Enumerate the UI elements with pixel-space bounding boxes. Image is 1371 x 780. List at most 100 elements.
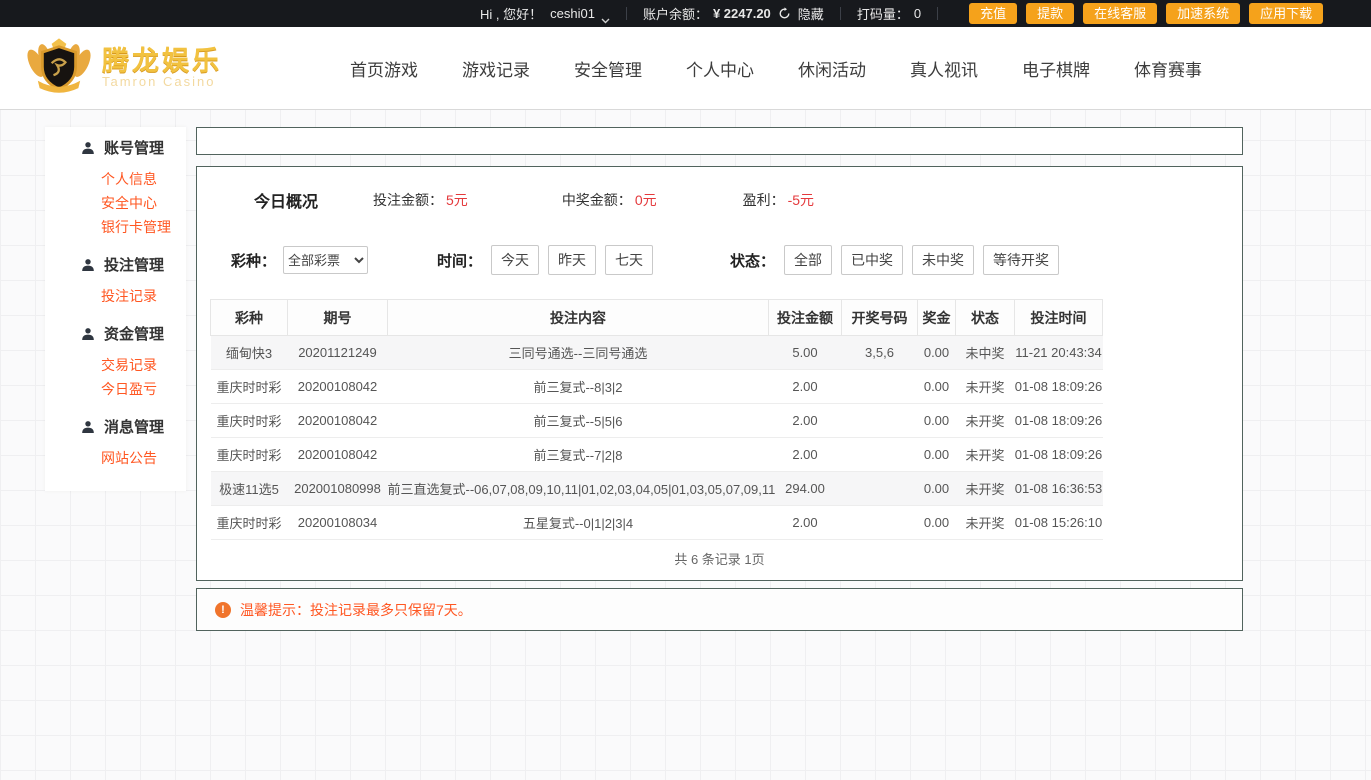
- table-row: 缅甸快3 20201121249 三同号通选--三同号通选 5.00 3,5,6 0.00…: [210, 335, 1103, 370]
- user-icon: [81, 327, 95, 341]
- sidebar-item-bank-card-management[interactable]: 银行卡管理: [45, 215, 186, 239]
- filter-status-all[interactable]: 全部: [784, 245, 833, 275]
- column-header: 状态: [955, 299, 1015, 336]
- nav-home-games[interactable]: 首页游戏: [350, 56, 418, 81]
- sidebar: 账号管理个人信息 安全中心 银行卡管理投注管理投注记录资金管理交易记录 今日盈亏消息管…: [45, 127, 186, 491]
- cell-status: 未开奖: [955, 437, 1015, 472]
- bet-records-panel: 今日概况 投注金额： 5元 中奖金额： 0元 盈利： -5元 彩种： 全部彩票 …: [196, 166, 1243, 581]
- topbar-divider: [625, 7, 627, 20]
- column-header: 投注时间: [1014, 299, 1103, 336]
- filter-time-seven-days[interactable]: 七天: [605, 245, 654, 275]
- stat-profit: 盈利： -5元: [743, 190, 814, 210]
- topbar-buttons: 充值 提款 在线客服 加速系统 应用下载: [969, 3, 1324, 24]
- cell-lottery: 重庆时时彩: [210, 437, 288, 472]
- user-icon: [81, 420, 95, 434]
- column-header: 彩种: [210, 299, 288, 336]
- cell-lottery: 极速11选5: [210, 471, 288, 506]
- filter-status-waiting-draw[interactable]: 等待开奖: [983, 245, 1060, 275]
- sidebar-title-label: 消息管理: [104, 419, 165, 436]
- online-service-button[interactable]: 在线客服: [1083, 3, 1158, 24]
- sidebar-section-funds-management: 资金管理交易记录 今日盈亏: [45, 321, 186, 401]
- nav-personal-center[interactable]: 个人中心: [686, 56, 754, 81]
- bet-records-table: 彩种 期号 投注内容 投注金额 开奖号码 奖金 状态 投注时间 缅甸快3 20201121249…: [210, 299, 1103, 540]
- sidebar-items: 交易记录 今日盈亏: [45, 353, 186, 401]
- sidebar-title-bet-management[interactable]: 投注管理: [45, 252, 186, 277]
- speed-system-button[interactable]: 加速系统: [1166, 3, 1241, 24]
- nav-live-video[interactable]: 真人视讯: [910, 56, 978, 81]
- overview-title: 今日概况: [254, 194, 319, 211]
- cell-status: 未中奖: [955, 335, 1015, 370]
- cell-status: 未开奖: [955, 471, 1015, 506]
- nav-board-games[interactable]: 电子棋牌: [1022, 56, 1090, 81]
- sidebar-section-account-management: 账号管理个人信息 安全中心 银行卡管理: [45, 135, 186, 239]
- logo-subtitle: Tamron Casino: [102, 74, 216, 90]
- column-header: 投注金额: [768, 299, 842, 336]
- filter-status-won[interactable]: 已中奖: [841, 245, 904, 275]
- user-menu[interactable]: Hi , 您好！ ceshi01: [480, 4, 610, 23]
- nav-security-management[interactable]: 安全管理: [574, 56, 642, 81]
- site-logo[interactable]: 腾龙娱乐 Tamron Casino: [24, 35, 222, 102]
- table-body: 缅甸快3 20201121249 三同号通选--三同号通选 5.00 3,5,6 0.00…: [210, 335, 1103, 540]
- table-header: 彩种 期号 投注内容 投注金额 开奖号码 奖金 状态 投注时间: [210, 299, 1103, 336]
- hide-balance-link[interactable]: 隐藏: [798, 4, 824, 23]
- cell-content: 前三复式--5|5|6: [387, 403, 769, 438]
- cell-prize: 0.00: [917, 505, 956, 540]
- table-row: 重庆时时彩 20200108042 前三复式--5|5|6 2.00 0.00 未开奖 01…: [210, 403, 1103, 438]
- cell-amount: 2.00: [768, 403, 842, 438]
- sidebar-item-bet-records[interactable]: 投注记录: [45, 284, 186, 308]
- cell-prize: 0.00: [917, 471, 956, 506]
- filter-status-lost[interactable]: 未中奖: [912, 245, 975, 275]
- topbar: Hi , 您好！ ceshi01 账户余额： ¥ 2247.20 隐藏 打码量：…: [0, 0, 1371, 27]
- cell-content: 三同号通选--三同号通选: [387, 335, 769, 370]
- page: Hi , 您好！ ceshi01 账户余额： ¥ 2247.20 隐藏 打码量：…: [0, 0, 1371, 780]
- pagination: 共 6 条记录 1页: [674, 552, 765, 567]
- sidebar-title-funds-management[interactable]: 资金管理: [45, 321, 186, 346]
- cell-issue: 20201121249: [287, 335, 388, 370]
- app-download-button[interactable]: 应用下载: [1249, 3, 1324, 24]
- cell-prize: 0.00: [917, 335, 956, 370]
- filter-time-today[interactable]: 今天: [491, 245, 540, 275]
- sidebar-item-today-profit[interactable]: 今日盈亏: [45, 377, 186, 401]
- cell-amount: 2.00: [768, 505, 842, 540]
- stat-label: 盈利：: [742, 192, 785, 208]
- cell-lottery: 缅甸快3: [210, 335, 288, 370]
- turnover-label: 打码量：: [856, 7, 909, 22]
- user-icon: [81, 141, 95, 155]
- turnover-group: 打码量： 0: [857, 4, 921, 23]
- withdraw-button[interactable]: 提款: [1026, 3, 1075, 24]
- sidebar-section-message-management: 消息管理网站公告: [45, 414, 186, 470]
- cell-amount: 294.00: [768, 471, 842, 506]
- nav-sports-events[interactable]: 体育赛事: [1134, 56, 1202, 81]
- cell-time: 01-08 18:09:26: [1014, 403, 1103, 438]
- cell-amount: 5.00: [768, 335, 842, 370]
- stat-bet-amount: 投注金额： 5元: [373, 190, 468, 210]
- cell-lottery: 重庆时时彩: [210, 505, 288, 540]
- nav-leisure-activities[interactable]: 休闲活动: [798, 56, 866, 81]
- lottery-filter-label: 彩种：: [231, 252, 277, 270]
- sidebar-title-account-management[interactable]: 账号管理: [45, 135, 186, 160]
- cell-result: [841, 471, 918, 506]
- stat-win-amount: 中奖金额： 0元: [562, 190, 657, 210]
- sidebar-title-message-management[interactable]: 消息管理: [45, 414, 186, 439]
- sidebar-items: 网站公告: [45, 446, 186, 470]
- lottery-select[interactable]: 全部彩票: [283, 246, 369, 274]
- sidebar-title-label: 投注管理: [104, 257, 165, 274]
- recharge-button[interactable]: 充值: [969, 3, 1018, 24]
- cell-prize: 0.00: [917, 437, 956, 472]
- announcement-bar: [196, 127, 1243, 155]
- sidebar-title-label: 资金管理: [104, 326, 165, 343]
- sidebar-item-site-announcements[interactable]: 网站公告: [45, 446, 186, 470]
- nav-game-records[interactable]: 游戏记录: [462, 56, 530, 81]
- stat-label: 投注金额：: [373, 192, 444, 208]
- site-header: 腾龙娱乐 Tamron Casino 首页游戏 游戏记录 安全管理 个人中心 休闲活动 真…: [0, 27, 1371, 110]
- sidebar-item-transaction-records[interactable]: 交易记录: [45, 353, 186, 377]
- sidebar-item-personal-info[interactable]: 个人信息: [45, 167, 186, 191]
- cell-time: 01-08 18:09:26: [1014, 437, 1103, 472]
- filter-time-yesterday[interactable]: 昨天: [548, 245, 597, 275]
- sidebar-item-security-center[interactable]: 安全中心: [45, 191, 186, 215]
- cell-issue: 202001080998: [287, 471, 388, 506]
- username: ceshi01: [550, 6, 595, 21]
- refresh-balance-icon[interactable]: [778, 7, 791, 20]
- cell-result: [841, 505, 918, 540]
- user-icon: [81, 258, 95, 272]
